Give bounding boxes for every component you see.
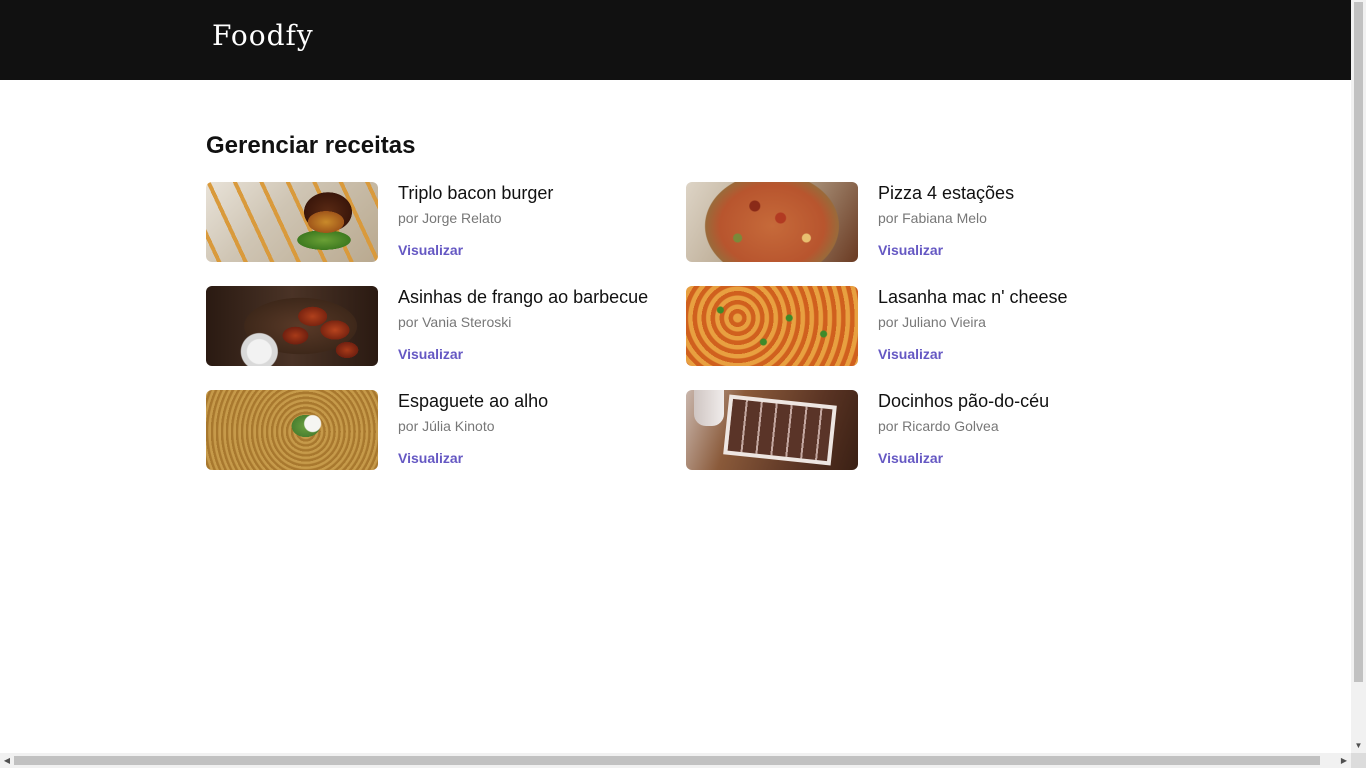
recipe-card: Docinhos pão-do-céu por Ricardo Golvea V… bbox=[686, 390, 1166, 470]
recipe-image[interactable] bbox=[206, 182, 378, 262]
view-recipe-link[interactable]: Visualizar bbox=[878, 449, 1049, 467]
recipe-author: por Júlia Kinoto bbox=[398, 418, 495, 434]
page: Foodfy Gerenciar receitas Triplo bacon b… bbox=[0, 0, 1366, 768]
recipe-author: por Ricardo Golvea bbox=[878, 418, 999, 434]
cup-shape bbox=[694, 390, 724, 426]
view-recipe-link[interactable]: Visualizar bbox=[398, 449, 548, 467]
recipe-image[interactable] bbox=[686, 286, 858, 366]
recipe-author: por Jorge Relato bbox=[398, 210, 502, 226]
view-recipe-link[interactable]: Visualizar bbox=[398, 345, 648, 363]
recipe-image[interactable] bbox=[686, 182, 858, 262]
page-title: Gerenciar receitas bbox=[206, 132, 416, 159]
sweets-box bbox=[723, 394, 837, 466]
view-recipe-link[interactable]: Visualizar bbox=[878, 241, 1014, 259]
recipe-author: por Juliano Vieira bbox=[878, 314, 986, 330]
recipe-card: Pizza 4 estações por Fabiana Melo Visual… bbox=[686, 182, 1166, 262]
top-header: Foodfy bbox=[0, 0, 1351, 80]
view-recipe-link[interactable]: Visualizar bbox=[398, 241, 553, 259]
scroll-right-arrow-icon[interactable]: ▶ bbox=[1339, 755, 1349, 766]
scrollbar-corner bbox=[1351, 753, 1366, 768]
recipe-author: por Fabiana Melo bbox=[878, 210, 987, 226]
recipe-card: Lasanha mac n' cheese por Juliano Vieira… bbox=[686, 286, 1166, 366]
main-content: Gerenciar receitas Triplo bacon burger p… bbox=[206, 128, 1166, 494]
recipe-author: por Vania Steroski bbox=[398, 314, 512, 330]
vertical-scrollbar-thumb[interactable] bbox=[1354, 2, 1363, 682]
horizontal-scrollbar-thumb[interactable] bbox=[14, 756, 1320, 765]
scroll-left-arrow-icon[interactable]: ◀ bbox=[2, 755, 12, 766]
recipe-info: Espaguete ao alho por Júlia Kinoto Visua… bbox=[398, 390, 548, 467]
recipe-title: Espaguete ao alho bbox=[398, 391, 549, 411]
scroll-down-arrow-icon[interactable]: ▼ bbox=[1354, 741, 1363, 751]
recipe-title: Lasanha mac n' cheese bbox=[878, 287, 1068, 307]
horizontal-scrollbar[interactable]: ◀ ▶ bbox=[0, 753, 1351, 768]
logo[interactable]: Foodfy bbox=[212, 19, 314, 53]
recipe-grid: Triplo bacon burger por Jorge Relato Vis… bbox=[206, 182, 1166, 494]
recipe-card: Espaguete ao alho por Júlia Kinoto Visua… bbox=[206, 390, 686, 470]
recipe-title: Docinhos pão-do-céu bbox=[878, 391, 1050, 411]
recipe-info: Docinhos pão-do-céu por Ricardo Golvea V… bbox=[878, 390, 1049, 467]
recipe-title: Asinhas de frango ao barbecue bbox=[398, 287, 649, 307]
recipe-title: Pizza 4 estações bbox=[878, 183, 1015, 203]
recipe-title: Triplo bacon burger bbox=[398, 183, 554, 203]
recipe-image[interactable] bbox=[206, 286, 378, 366]
recipe-image[interactable] bbox=[686, 390, 858, 470]
recipe-card: Triplo bacon burger por Jorge Relato Vis… bbox=[206, 182, 686, 262]
recipe-info: Triplo bacon burger por Jorge Relato Vis… bbox=[398, 182, 553, 259]
view-recipe-link[interactable]: Visualizar bbox=[878, 345, 1068, 363]
recipe-info: Pizza 4 estações por Fabiana Melo Visual… bbox=[878, 182, 1014, 259]
recipe-info: Asinhas de frango ao barbecue por Vania … bbox=[398, 286, 648, 363]
recipe-image[interactable] bbox=[206, 390, 378, 470]
recipe-info: Lasanha mac n' cheese por Juliano Vieira… bbox=[878, 286, 1068, 363]
vertical-scrollbar[interactable]: ▼ bbox=[1351, 0, 1366, 753]
recipe-card: Asinhas de frango ao barbecue por Vania … bbox=[206, 286, 686, 366]
